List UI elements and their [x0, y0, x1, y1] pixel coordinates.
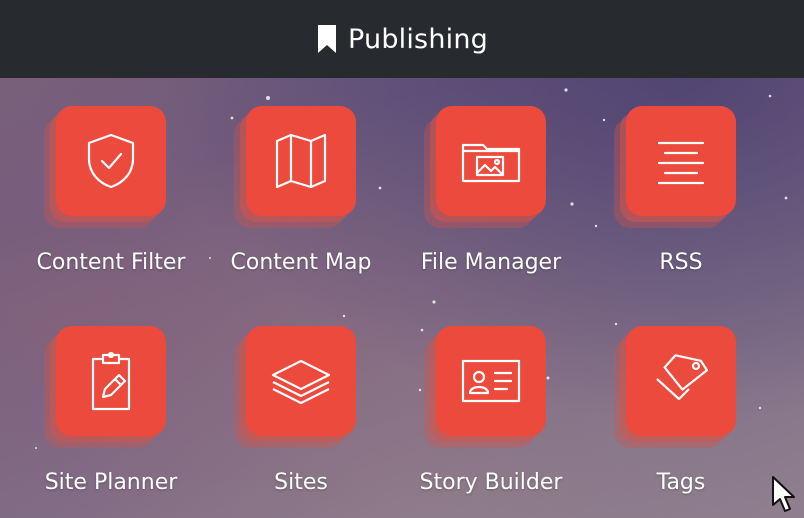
- tags-icon: [626, 326, 736, 436]
- app-sites[interactable]: Sites: [206, 298, 396, 498]
- mouse-pointer-icon: [772, 476, 795, 512]
- map-icon: [246, 106, 356, 216]
- image-folder-icon: [436, 106, 546, 216]
- app-label: Content Map: [230, 250, 372, 275]
- app-content-filter[interactable]: Content Filter: [16, 78, 206, 278]
- app-site-planner[interactable]: Site Planner: [16, 298, 206, 498]
- app-file-manager[interactable]: File Manager: [396, 78, 586, 278]
- app-rss[interactable]: RSS: [586, 78, 776, 278]
- app-story-builder[interactable]: Story Builder: [396, 298, 586, 498]
- app-label: Sites: [274, 470, 328, 495]
- id-card-icon: [436, 326, 546, 436]
- header-title: Publishing: [348, 23, 488, 55]
- app-grid: Content Filter Content Map File Manager …: [0, 78, 804, 518]
- app-tags[interactable]: Tags: [586, 298, 776, 498]
- app-label: Site Planner: [44, 470, 178, 495]
- clipboard-pencil-icon: [56, 326, 166, 436]
- app-label: Tags: [656, 470, 706, 495]
- app-label: File Manager: [420, 250, 562, 275]
- app-label: Story Builder: [419, 470, 563, 495]
- app-content-map[interactable]: Content Map: [206, 78, 396, 278]
- app-label: RSS: [659, 250, 703, 275]
- bookmark-icon: [316, 25, 338, 53]
- app-header: Publishing: [0, 0, 804, 78]
- shield-check-icon: [56, 106, 166, 216]
- align-center-lines-icon: [626, 106, 736, 216]
- app-label: Content Filter: [36, 250, 186, 275]
- layers-icon: [246, 326, 356, 436]
